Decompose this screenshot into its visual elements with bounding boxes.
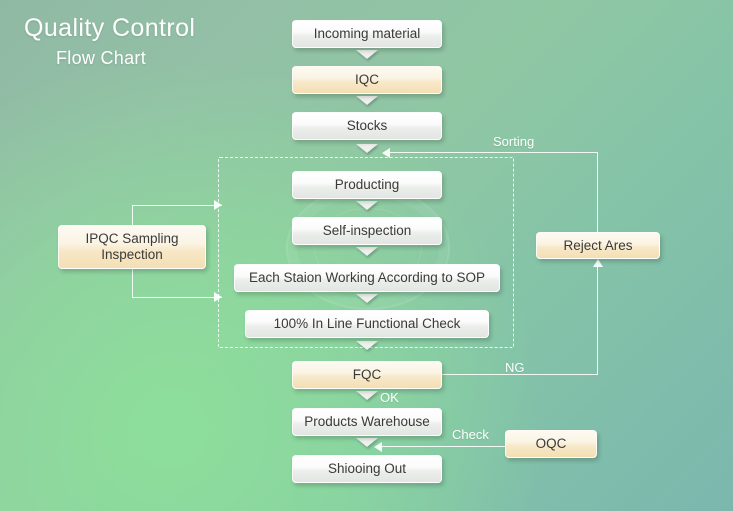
edge-label-ok: OK (380, 390, 399, 405)
flow-node-reject-ares[interactable]: Reject Ares (536, 232, 660, 259)
arrow-inline-check-to-fqc (356, 341, 378, 350)
arrow-producting-to-self-inspection (356, 201, 378, 210)
check-horizontal-line (382, 446, 506, 447)
arrow-fqc-to-warehouse (356, 391, 378, 400)
flow-node-each-station-sop[interactable]: Each Staion Working According to SOP (234, 264, 500, 292)
flow-node-oqc[interactable]: OQC (505, 430, 597, 458)
flowchart-canvas: Quality Control Flow Chart Incoming mate… (0, 0, 733, 511)
flow-node-fqc[interactable]: FQC (292, 361, 442, 389)
flow-node-ipqc-sampling-inspection[interactable]: IPQC Sampling Inspection (58, 225, 206, 269)
flow-node-shiooing-out[interactable]: Shiooing Out (292, 455, 442, 483)
page-subtitle: Flow Chart (56, 48, 147, 68)
edge-label-check: Check (452, 427, 489, 442)
flow-node-incoming-material[interactable]: Incoming material (292, 20, 442, 48)
arrow-sop-to-inline-check (356, 294, 378, 303)
flow-node-producting[interactable]: Producting (292, 171, 442, 199)
ng-vertical-line (597, 262, 598, 375)
ipqc-top-connector-line (132, 205, 222, 206)
ipqc-bottom-connector-line (132, 297, 222, 298)
arrow-sorting-into-flow (382, 148, 390, 158)
arrow-check-into-flow (374, 442, 382, 452)
arrow-incoming-to-iqc (356, 50, 378, 59)
flow-node-iqc[interactable]: IQC (292, 66, 442, 94)
arrow-ipqc-top-into-region (214, 200, 222, 210)
flow-node-products-warehouse[interactable]: Products Warehouse (292, 408, 442, 436)
arrow-iqc-to-stocks (356, 96, 378, 105)
arrow-stocks-to-producting (356, 144, 378, 153)
sorting-horizontal-line (390, 152, 598, 153)
page-title: Quality Control (24, 14, 196, 42)
edge-label-ng: NG (505, 360, 525, 375)
arrow-ng-into-reject-area (593, 259, 603, 267)
flow-node-inline-functional-check[interactable]: 100% In Line Functional Check (245, 310, 489, 338)
edge-label-sorting: Sorting (493, 134, 535, 149)
sorting-vertical-line (597, 152, 598, 232)
flow-node-stocks[interactable]: Stocks (292, 112, 442, 140)
arrow-self-inspection-to-sop (356, 247, 378, 256)
arrow-ipqc-bottom-into-region (214, 292, 222, 302)
flow-node-self-inspection[interactable]: Self-inspection (292, 217, 442, 245)
